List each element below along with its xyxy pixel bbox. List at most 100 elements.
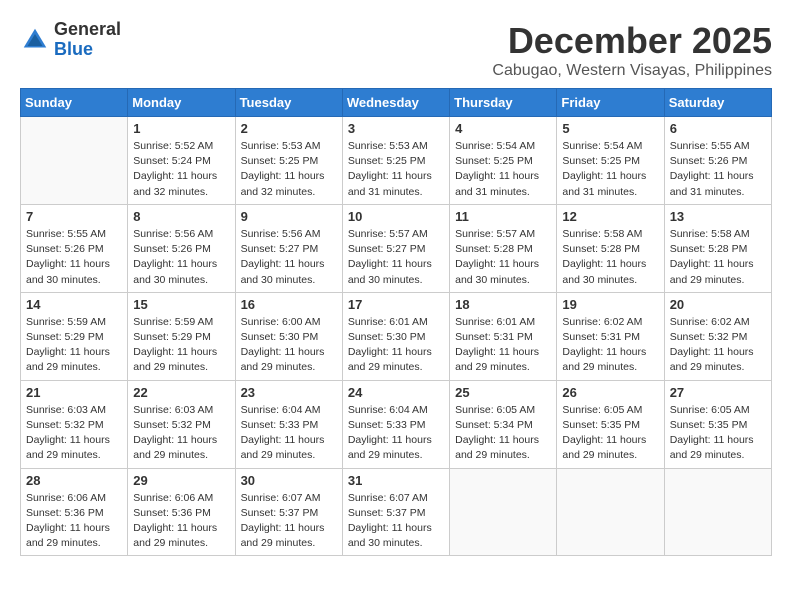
day-number: 18 [455, 297, 551, 312]
calendar-cell: 8Sunrise: 5:56 AMSunset: 5:26 PMDaylight… [128, 204, 235, 292]
day-number: 30 [241, 473, 337, 488]
day-info: Sunrise: 5:57 AMSunset: 5:27 PMDaylight:… [348, 227, 444, 288]
day-info: Sunrise: 5:59 AMSunset: 5:29 PMDaylight:… [133, 315, 229, 376]
calendar-header-monday: Monday [128, 89, 235, 117]
day-info: Sunrise: 6:06 AMSunset: 5:36 PMDaylight:… [133, 491, 229, 552]
calendar-cell: 16Sunrise: 6:00 AMSunset: 5:30 PMDayligh… [235, 292, 342, 380]
day-info: Sunrise: 6:07 AMSunset: 5:37 PMDaylight:… [348, 491, 444, 552]
day-number: 13 [670, 209, 766, 224]
day-info: Sunrise: 6:07 AMSunset: 5:37 PMDaylight:… [241, 491, 337, 552]
day-number: 28 [26, 473, 122, 488]
day-number: 23 [241, 385, 337, 400]
day-number: 27 [670, 385, 766, 400]
day-number: 25 [455, 385, 551, 400]
day-number: 19 [562, 297, 658, 312]
calendar-cell: 25 Sunrise: 6:05 AMSunset: 5:34 PMDayligh… [450, 380, 557, 468]
calendar-header-sunday: Sunday [21, 89, 128, 117]
logo-icon [20, 25, 50, 55]
calendar-header-thursday: Thursday [450, 89, 557, 117]
calendar-week-4: 21 Sunrise: 6:03 AMSunset: 5:32 PMDayligh… [21, 380, 772, 468]
day-info: Sunrise: 5:55 AMSunset: 5:26 PMDaylight:… [26, 227, 122, 288]
day-info: Sunrise: 5:56 AMSunset: 5:27 PMDaylight:… [241, 227, 337, 288]
title-section: December 2025 Cabugao, Western Visayas, … [492, 20, 772, 80]
day-number: 16 [241, 297, 337, 312]
calendar-cell: 27 Sunrise: 6:05 AMSunset: 5:35 PMDayligh… [664, 380, 771, 468]
day-number: 24 [348, 385, 444, 400]
day-info: Sunrise: 5:53 AMSunset: 5:25 PMDaylight:… [241, 139, 337, 200]
day-info: Sunrise: 6:03 AMSunset: 5:32 PMDaylight:… [26, 403, 122, 464]
calendar-cell: 15 Sunrise: 5:59 AMSunset: 5:29 PMDayligh… [128, 292, 235, 380]
day-info: Sunrise: 6:01 AMSunset: 5:30 PMDaylight:… [348, 315, 444, 376]
day-number: 7 [26, 209, 122, 224]
calendar-cell: 24 Sunrise: 6:04 AMSunset: 5:33 PMDayligh… [342, 380, 449, 468]
day-number: 15 [133, 297, 229, 312]
calendar-cell: 22 Sunrise: 6:03 AMSunset: 5:32 PMDayligh… [128, 380, 235, 468]
day-number: 6 [670, 121, 766, 136]
day-info: Sunrise: 6:01 AMSunset: 5:31 PMDaylight:… [455, 315, 551, 376]
day-info: Sunrise: 5:58 AMSunset: 5:28 PMDaylight:… [670, 227, 766, 288]
calendar-week-3: 14 Sunrise: 5:59 AMSunset: 5:29 PMDayligh… [21, 292, 772, 380]
day-info: Sunrise: 5:54 AMSunset: 5:25 PMDaylight:… [562, 139, 658, 200]
day-number: 2 [241, 121, 337, 136]
calendar-cell: 1 Sunrise: 5:52 AMSunset: 5:24 PMDaylight… [128, 117, 235, 205]
calendar-cell: 21 Sunrise: 6:03 AMSunset: 5:32 PMDayligh… [21, 380, 128, 468]
calendar-header-wednesday: Wednesday [342, 89, 449, 117]
day-info: Sunrise: 6:04 AMSunset: 5:33 PMDaylight:… [241, 403, 337, 464]
day-number: 8 [133, 209, 229, 224]
logo-text: General Blue [54, 20, 121, 60]
calendar-cell: 29 Sunrise: 6:06 AMSunset: 5:36 PMDayligh… [128, 468, 235, 556]
day-number: 21 [26, 385, 122, 400]
calendar-cell: 23 Sunrise: 6:04 AMSunset: 5:33 PMDayligh… [235, 380, 342, 468]
day-number: 17 [348, 297, 444, 312]
calendar-cell: 28 Sunrise: 6:06 AMSunset: 5:36 PMDayligh… [21, 468, 128, 556]
day-number: 29 [133, 473, 229, 488]
logo-general: General [54, 20, 121, 40]
day-info: Sunrise: 5:54 AMSunset: 5:25 PMDaylight:… [455, 139, 551, 200]
calendar-cell: 18 Sunrise: 6:01 AMSunset: 5:31 PMDayligh… [450, 292, 557, 380]
day-info: Sunrise: 6:05 AMSunset: 5:35 PMDaylight:… [670, 403, 766, 464]
calendar-header-tuesday: Tuesday [235, 89, 342, 117]
calendar-cell: 2 Sunrise: 5:53 AMSunset: 5:25 PMDaylight… [235, 117, 342, 205]
calendar-cell: 9Sunrise: 5:56 AMSunset: 5:27 PMDaylight… [235, 204, 342, 292]
day-number: 22 [133, 385, 229, 400]
month-title: December 2025 [492, 20, 772, 62]
day-number: 1 [133, 121, 229, 136]
calendar-table: SundayMondayTuesdayWednesdayThursdayFrid… [20, 88, 772, 556]
calendar-cell: 17 Sunrise: 6:01 AMSunset: 5:30 PMDayligh… [342, 292, 449, 380]
day-info: Sunrise: 6:03 AMSunset: 5:32 PMDaylight:… [133, 403, 229, 464]
calendar-cell: 10Sunrise: 5:57 AMSunset: 5:27 PMDayligh… [342, 204, 449, 292]
day-info: Sunrise: 6:05 AMSunset: 5:34 PMDaylight:… [455, 403, 551, 464]
day-number: 11 [455, 209, 551, 224]
calendar-week-1: 1 Sunrise: 5:52 AMSunset: 5:24 PMDaylight… [21, 117, 772, 205]
day-info: Sunrise: 5:57 AMSunset: 5:28 PMDaylight:… [455, 227, 551, 288]
day-info: Sunrise: 5:52 AMSunset: 5:24 PMDaylight:… [133, 139, 229, 200]
calendar-cell: 5 Sunrise: 5:54 AMSunset: 5:25 PMDaylight… [557, 117, 664, 205]
day-number: 14 [26, 297, 122, 312]
day-number: 20 [670, 297, 766, 312]
calendar-cell: 14Sunrise: 5:59 AMSunset: 5:29 PMDayligh… [21, 292, 128, 380]
logo: General Blue [20, 20, 121, 60]
location-title: Cabugao, Western Visayas, Philippines [492, 62, 772, 80]
calendar-cell [21, 117, 128, 205]
calendar-cell: 7 Sunrise: 5:55 AMSunset: 5:26 PMDaylight… [21, 204, 128, 292]
calendar-cell [450, 468, 557, 556]
day-number: 3 [348, 121, 444, 136]
calendar-cell: 30 Sunrise: 6:07 AMSunset: 5:37 PMDayligh… [235, 468, 342, 556]
day-info: Sunrise: 5:58 AMSunset: 5:28 PMDaylight:… [562, 227, 658, 288]
calendar-cell: 6Sunrise: 5:55 AMSunset: 5:26 PMDaylight… [664, 117, 771, 205]
day-number: 5 [562, 121, 658, 136]
calendar-week-5: 28 Sunrise: 6:06 AMSunset: 5:36 PMDayligh… [21, 468, 772, 556]
calendar-cell: 31Sunrise: 6:07 AMSunset: 5:37 PMDayligh… [342, 468, 449, 556]
calendar-cell: 11 Sunrise: 5:57 AMSunset: 5:28 PMDayligh… [450, 204, 557, 292]
calendar-header-friday: Friday [557, 89, 664, 117]
calendar-cell: 20 Sunrise: 6:02 AMSunset: 5:32 PMDayligh… [664, 292, 771, 380]
day-info: Sunrise: 6:02 AMSunset: 5:32 PMDaylight:… [670, 315, 766, 376]
logo-blue: Blue [54, 40, 121, 60]
calendar-header-saturday: Saturday [664, 89, 771, 117]
calendar-cell: 26Sunrise: 6:05 AMSunset: 5:35 PMDayligh… [557, 380, 664, 468]
day-info: Sunrise: 6:06 AMSunset: 5:36 PMDaylight:… [26, 491, 122, 552]
day-info: Sunrise: 6:04 AMSunset: 5:33 PMDaylight:… [348, 403, 444, 464]
calendar-cell: 3Sunrise: 5:53 AMSunset: 5:25 PMDaylight… [342, 117, 449, 205]
calendar-cell [664, 468, 771, 556]
calendar-cell: 13 Sunrise: 5:58 AMSunset: 5:28 PMDayligh… [664, 204, 771, 292]
